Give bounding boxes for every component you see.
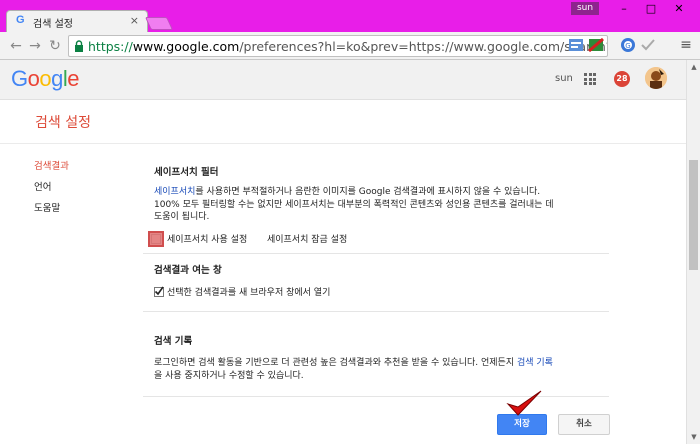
settings-nav: 검색결과 언어 도움말 — [34, 158, 69, 221]
apps-grid-icon[interactable] — [584, 73, 596, 85]
account-username[interactable]: sun — [555, 73, 573, 84]
history-heading: 검색 기록 — [154, 336, 193, 347]
back-arrow-icon[interactable]: ← — [8, 38, 24, 54]
checkmark-extension-icon[interactable] — [640, 37, 656, 53]
click-highlight-marker — [148, 231, 164, 247]
page-title: 검색 설정 — [35, 115, 91, 131]
minimize-button[interactable]: – — [610, 2, 638, 16]
new-tab-button[interactable] — [144, 17, 174, 30]
safesearch-lock-link[interactable]: 세이프서치 잠금 설정 — [267, 232, 347, 245]
history-link[interactable]: 검색 기록 — [517, 358, 553, 368]
translate-extension-icon[interactable] — [568, 37, 584, 53]
history-description: 로그인하면 검색 활동을 기반으로 더 관련성 높은 검색결과와 추천을 받을 … — [154, 358, 553, 381]
page-scrollbar[interactable]: ▲ ▼ — [686, 60, 700, 444]
forward-arrow-icon[interactable]: → — [27, 38, 43, 54]
nav-item-language[interactable]: 언어 — [34, 179, 69, 200]
settings-title-strip: 검색 설정 — [0, 100, 686, 144]
section-divider — [143, 311, 609, 312]
checkmark-icon — [154, 286, 164, 296]
address-bar[interactable]: https://www.google.com/preferences?hl=ko… — [68, 35, 608, 57]
scroll-thumb[interactable] — [689, 160, 698, 270]
red-checkmark-annotation-icon — [506, 390, 542, 416]
scroll-down-arrow-icon[interactable]: ▼ — [687, 430, 700, 444]
nav-item-results[interactable]: 검색결과 — [34, 158, 69, 179]
safesearch-heading: 세이프서치 필터 — [154, 167, 219, 178]
cancel-button[interactable]: 취소 — [558, 414, 610, 435]
nav-item-help[interactable]: 도움말 — [34, 200, 69, 221]
svg-text:G: G — [625, 42, 630, 50]
safesearch-link[interactable]: 세이프서치 — [154, 187, 195, 197]
close-window-button[interactable]: ✕ — [665, 2, 693, 16]
tab-title: 검색 설정 — [33, 19, 73, 30]
maximize-button[interactable]: □ — [637, 2, 665, 16]
google-logo[interactable]: Google — [11, 66, 80, 92]
open-results-checkbox[interactable] — [154, 286, 164, 297]
browser-toolbar: ← → ↻ https://www.google.com/preferences… — [0, 32, 700, 60]
scroll-up-arrow-icon[interactable]: ▲ — [687, 60, 700, 74]
avatar-image-icon — [645, 67, 667, 89]
section-divider — [143, 253, 609, 254]
safesearch-description: 세이프서치를 사용하면 부적절하거나 음란한 이미지를 Google 검색결과에… — [154, 187, 554, 222]
browser-tab[interactable]: G 검색 설정 × — [6, 10, 148, 32]
info-extension-icon[interactable]: G — [620, 37, 636, 53]
lock-icon — [75, 40, 83, 52]
reload-icon[interactable]: ↻ — [47, 38, 63, 54]
safesearch-checkbox-label[interactable]: 세이프서치 사용 설정 — [167, 232, 247, 245]
flag-extension-icon[interactable] — [588, 37, 604, 53]
google-favicon-icon: G — [16, 14, 25, 26]
google-header: Google sun 28 — [0, 60, 686, 100]
notification-badge[interactable]: 28 — [614, 71, 630, 87]
profile-badge[interactable]: sun — [571, 2, 599, 15]
url-text: https://www.google.com/preferences?hl=ko… — [88, 39, 607, 54]
chrome-menu-icon[interactable]: ≡ — [678, 37, 694, 53]
open-results-heading: 검색결과 여는 창 — [154, 265, 222, 276]
open-results-checkbox-label[interactable]: 선택한 검색결과를 새 브라우저 창에서 열기 — [167, 285, 330, 298]
tab-close-icon[interactable]: × — [130, 14, 139, 27]
browser-titlebar: G 검색 설정 × sun – □ ✕ — [0, 0, 700, 32]
avatar[interactable] — [645, 67, 667, 89]
